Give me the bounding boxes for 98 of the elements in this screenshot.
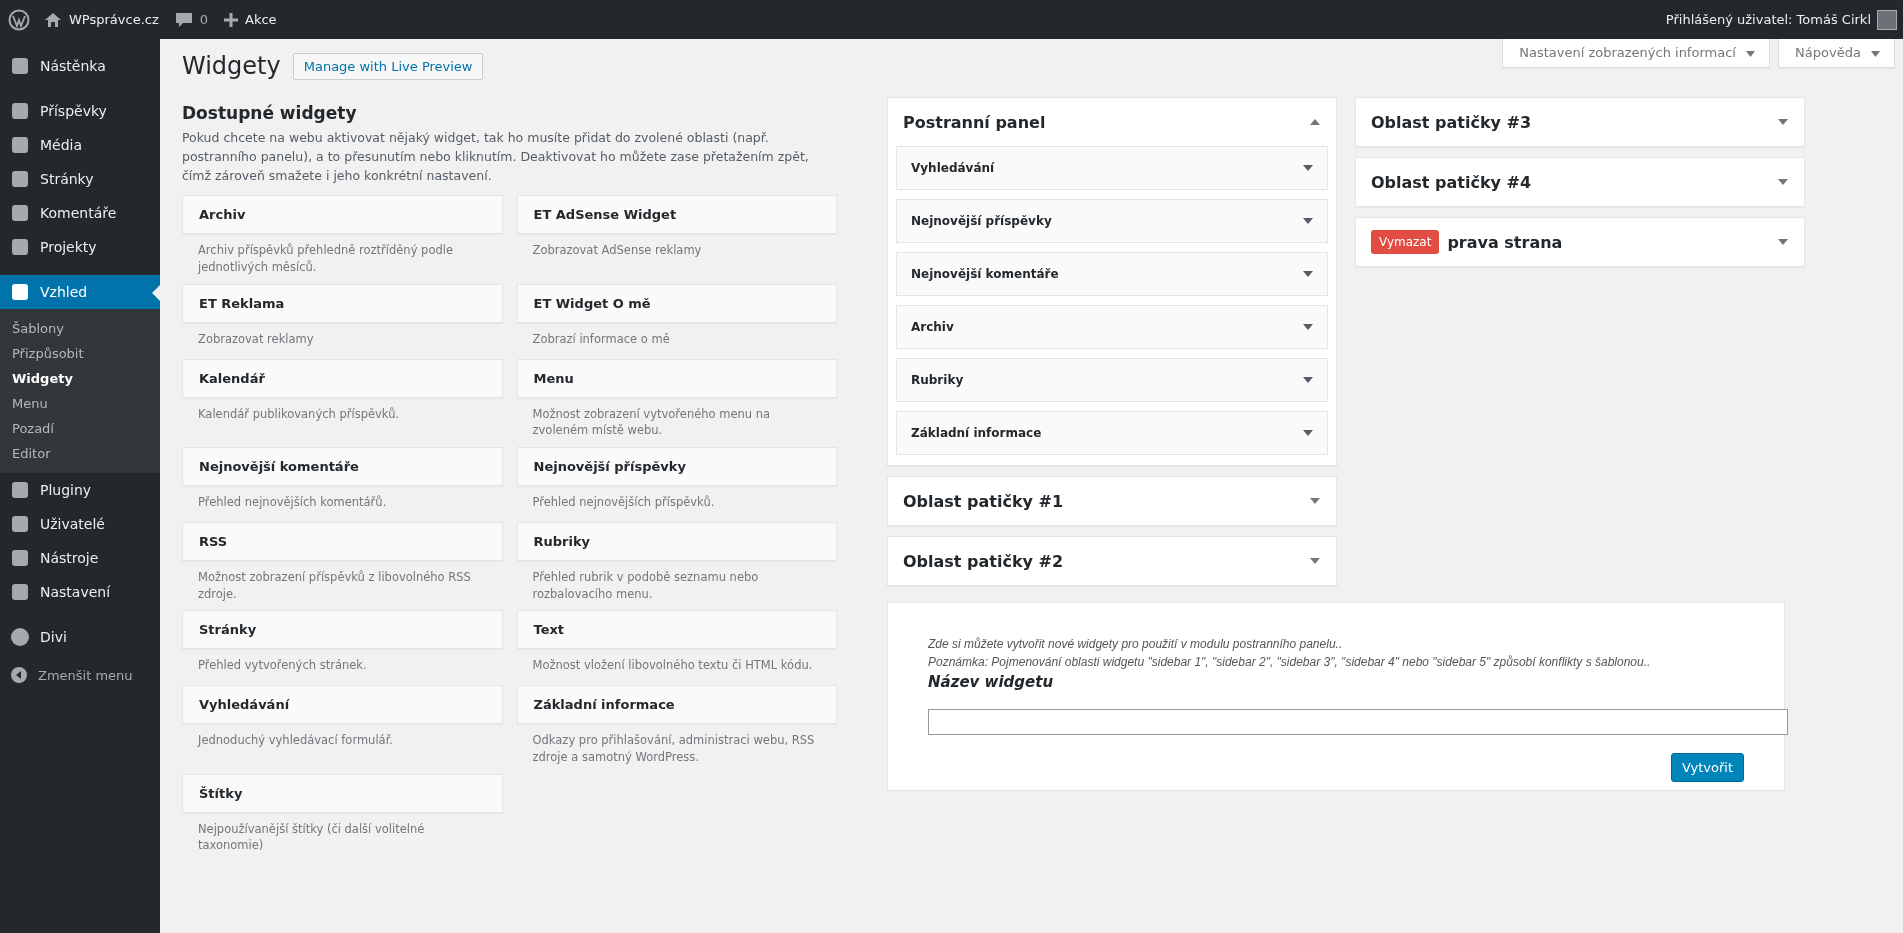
submenu-item[interactable]: Pozadí <box>0 416 160 441</box>
menu-item[interactable]: Nástroje <box>0 541 160 575</box>
live-preview-button[interactable]: Manage with Live Preview <box>292 52 484 80</box>
widget-description: Kalendář publikovaných příspěvků. <box>197 405 401 423</box>
submenu-item[interactable]: Šablony <box>0 316 160 341</box>
placed-widget[interactable]: Rubriky <box>896 358 1328 402</box>
widget-card[interactable]: Archiv <box>182 195 503 235</box>
toggle-arrow-icon[interactable] <box>1310 558 1320 564</box>
new-content-link[interactable]: Akce <box>224 12 277 27</box>
widget-area-title[interactable]: Oblast patičky #1 <box>903 491 1064 511</box>
delete-button[interactable]: Vymazat <box>1371 230 1440 254</box>
plus-icon <box>224 12 239 27</box>
widget-card[interactable]: ET Widget O mě <box>516 283 837 323</box>
submenu-item[interactable]: Editor <box>0 441 160 466</box>
widget-description: Možnost zobrazení vytvořeného menu na zvoleném místě webu. <box>531 405 772 440</box>
widget-area-title[interactable]: Oblast patičky #4 <box>1371 172 1532 192</box>
hint-text: Zde si můžete vytvořit nové widgety pro použití v modulu postranního panelu.. <box>928 637 1344 651</box>
user-account-link[interactable]: Přihlášený uživatel: Tomáš Cirkl <box>1665 12 1871 27</box>
widget-card[interactable]: Nejnovější komentáře <box>182 446 503 486</box>
new-label: Akce <box>245 12 277 27</box>
comment-count: 0 <box>199 12 209 27</box>
placed-widget[interactable]: Archiv <box>896 305 1328 349</box>
note-text: Poznámka: Pojmenování oblasti widgetu "sidebar 1", "sidebar 2", "sidebar 3", "sidebar 4" nebo "sidebar 5" způsobí konflikty s šablonou.. <box>928 655 1652 669</box>
menu-item[interactable]: Komentáře <box>0 196 160 230</box>
wordpress-logo-icon[interactable] <box>8 8 30 31</box>
caret-icon <box>1303 165 1313 171</box>
toggle-arrow-icon[interactable] <box>1778 179 1788 185</box>
widget-card[interactable]: Menu <box>516 358 837 398</box>
widget-description: Přehled nejnovějších příspěvků. <box>531 493 716 511</box>
widget-card[interactable]: ET AdSense Widget <box>516 195 837 235</box>
widget-description: Jednoduchý vyhledávací formulář. <box>196 732 394 750</box>
toggle-arrow-icon[interactable] <box>1310 498 1320 504</box>
widget-description: Zobrazí informace o mě <box>531 330 671 348</box>
submenu-item[interactable]: Widgety <box>0 366 160 391</box>
caret-icon <box>1303 377 1313 383</box>
site-name-link[interactable]: WPsprávce.cz <box>44 11 159 28</box>
page-title: Widgety <box>182 52 281 80</box>
widget-description: Možnost vložení libovolného textu či HTML kódu. <box>531 657 814 675</box>
section-heading: Dostupné widgety <box>182 103 358 123</box>
menu-item[interactable]: Nastavení <box>0 575 160 609</box>
widget-description: Archiv příspěvků přehledně roztříděný podle jednotlivých měsíců. <box>196 242 454 276</box>
widget-description: Nejpoužívanější štítky (či další volitelné taxonomie) <box>197 820 426 855</box>
menu-item[interactable]: Stránky <box>0 162 160 196</box>
menu-item[interactable]: Projekty <box>0 230 160 264</box>
widget-description: Možnost zobrazení příspěvků z libovolného RSS zdroje. <box>197 568 472 603</box>
toggle-arrow-icon[interactable] <box>1310 119 1320 125</box>
create-button[interactable]: Vytvořit <box>1670 753 1744 782</box>
widget-description: Přehled nejnovějších komentářů. <box>197 493 388 511</box>
widget-description: Odkazy pro přihlašování, administraci webu, RSS zdroje a samotný WordPress. <box>531 732 816 766</box>
screen-meta-toggle[interactable]: Nastavení zobrazených informací <box>1502 39 1771 68</box>
placed-widget[interactable]: Nejnovější příspěvky <box>896 199 1328 243</box>
widget-card[interactable]: Vyhledávání <box>182 685 503 725</box>
widget-card[interactable]: Stránky <box>182 610 503 650</box>
menu-item[interactable]: Pluginy <box>0 473 160 507</box>
home-icon <box>44 11 62 28</box>
widget-card[interactable]: Kalendář <box>182 358 503 398</box>
widget-description: Přehled vytvořených stránek. <box>197 657 368 675</box>
caret-icon <box>1303 324 1313 330</box>
widget-area-title[interactable]: Oblast patičky #2 <box>903 551 1064 571</box>
widget-area-title[interactable]: Postranní panel <box>903 112 1046 132</box>
comments-link[interactable]: 0 <box>174 11 209 28</box>
section-description: Pokud chcete na webu aktivovat nějaký widget, tak ho musíte přidat do zvolené oblasti (např. postranního panelu), a to přesunutím nebo kliknutím. Deaktivovat ho můžete zase přetažením zpět, čímž zároveň smažete i jeho konkrétní nastavení. <box>182 129 810 185</box>
caret-icon <box>1303 430 1313 436</box>
menu-item[interactable]: Média <box>0 128 160 162</box>
toggle-arrow-icon[interactable] <box>1778 239 1788 245</box>
field-label: Název widgetu <box>928 673 1055 691</box>
menu-item[interactable]: Uživatelé <box>0 507 160 541</box>
widget-card[interactable]: Rubriky <box>516 521 837 561</box>
screen-meta-toggle[interactable]: Nápověda <box>1778 39 1895 68</box>
caret-icon <box>1746 50 1756 57</box>
widget-description: Přehled rubrik v podobě seznamu nebo rozbalovacího menu. <box>531 568 760 603</box>
submenu-item[interactable]: Menu <box>0 391 160 416</box>
collapse-menu-button[interactable]: Zmenšit menu <box>0 658 160 692</box>
menu-item[interactable]: Divi <box>0 620 160 654</box>
caret-icon <box>1871 50 1880 57</box>
menu-item[interactable]: Příspěvky <box>0 94 160 128</box>
widget-card[interactable]: Základní informace <box>516 685 837 725</box>
widget-card[interactable]: RSS <box>182 521 503 561</box>
placed-widget[interactable]: Vyhledávání <box>896 146 1328 190</box>
widget-card[interactable]: ET Reklama <box>182 283 503 323</box>
caret-icon <box>1303 271 1313 277</box>
avatar-placeholder <box>1877 9 1897 30</box>
widget-card[interactable]: Nejnovější příspěvky <box>516 446 837 486</box>
widget-card[interactable]: Text <box>516 610 837 650</box>
toggle-arrow-icon[interactable] <box>1778 119 1788 125</box>
placed-widget[interactable]: Nejnovější komentáře <box>896 252 1328 296</box>
menu-item[interactable]: Nástěnka <box>0 49 160 83</box>
placed-widget[interactable]: Základní informace <box>896 411 1328 455</box>
widget-card[interactable]: Štítky <box>182 773 503 813</box>
widget-area-title[interactable]: prava strana <box>1447 232 1563 252</box>
widget-area-title[interactable]: Oblast patičky #3 <box>1371 112 1532 132</box>
widget-description: Zobrazovat AdSense reklamy <box>531 242 703 260</box>
caret-icon <box>1303 218 1313 224</box>
widget-name-input[interactable] <box>928 709 1788 735</box>
site-name: WPsprávce.cz <box>69 12 159 27</box>
menu-item[interactable]: Vzhled <box>0 275 160 309</box>
submenu-item[interactable]: Přizpůsobit <box>0 341 160 366</box>
widget-description: Zobrazovat reklamy <box>197 330 315 348</box>
